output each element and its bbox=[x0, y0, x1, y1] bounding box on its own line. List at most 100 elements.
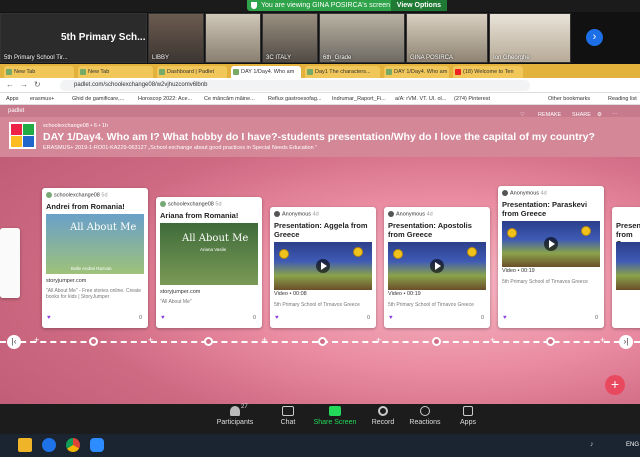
next-page-icon[interactable]: › bbox=[586, 29, 603, 46]
add-post-icon[interactable]: + bbox=[34, 335, 39, 345]
speaker-icon[interactable]: ♪ bbox=[590, 441, 594, 448]
gear-icon[interactable]: ⚙ bbox=[597, 112, 602, 118]
bookmark[interactable]: Ce mâncăm mâine... bbox=[204, 96, 255, 102]
play-icon[interactable] bbox=[316, 259, 330, 273]
comment-count[interactable]: 0 bbox=[595, 315, 598, 321]
play-icon[interactable] bbox=[430, 259, 444, 273]
edge-icon[interactable] bbox=[42, 438, 56, 452]
padlet-brand[interactable]: padlet bbox=[8, 108, 24, 114]
video-tile[interactable]: 5th Primary Sch... 5th Primary School Ti… bbox=[0, 13, 147, 63]
apps-button[interactable]: Apps bbox=[454, 406, 482, 426]
more-icon[interactable]: ⋯ bbox=[612, 112, 618, 118]
add-post-icon[interactable]: + bbox=[262, 335, 267, 345]
share-screen-button[interactable]: Share Screen bbox=[313, 406, 357, 426]
timeline-next-icon[interactable]: ›| bbox=[619, 335, 633, 349]
add-post-icon[interactable]: + bbox=[376, 335, 381, 345]
video-thumbnail[interactable] bbox=[388, 242, 486, 290]
browser-tab[interactable]: Day1 The characters... bbox=[305, 66, 380, 78]
bookmark[interactable]: Apps bbox=[6, 96, 19, 102]
video-thumbnail[interactable] bbox=[616, 242, 640, 290]
file-explorer-icon[interactable] bbox=[18, 438, 32, 452]
post-link[interactable]: storyjumper.com bbox=[160, 289, 200, 295]
reactions-button[interactable]: Reactions bbox=[407, 406, 443, 426]
storybook-thumbnail[interactable]: All About Me Bolle Andrei Razvan bbox=[46, 214, 144, 274]
post-card[interactable]: Anonymous 4d Presentation: Aggela from G… bbox=[270, 207, 376, 328]
post-card-partial[interactable] bbox=[0, 228, 20, 298]
sunflower-decor bbox=[280, 250, 288, 258]
heart-icon[interactable]: ♥ bbox=[503, 315, 507, 321]
post-card[interactable]: schoolexchange08 5d Ariana from Romania!… bbox=[156, 197, 262, 328]
browser-tab-active[interactable]: DAY 1/Day4. Who am bbox=[231, 66, 301, 78]
video-thumbnail[interactable] bbox=[502, 221, 600, 267]
chrome-icon[interactable] bbox=[66, 438, 80, 452]
post-card[interactable]: Anonymous 4d Presentation: Apostolis fro… bbox=[384, 207, 490, 328]
video-tile[interactable]: GINA POSIRCA bbox=[406, 13, 488, 63]
bookmark[interactable]: Indrumar_Raport_Fi... bbox=[332, 96, 386, 102]
share-button[interactable]: SHARE bbox=[572, 112, 591, 118]
video-tile[interactable] bbox=[205, 13, 261, 63]
view-options-button[interactable]: View Options bbox=[390, 0, 447, 11]
browser-tab[interactable]: (18) Welcome to Ten bbox=[453, 66, 523, 78]
comment-count[interactable]: 0 bbox=[253, 315, 256, 321]
post-caption: 5th Primary School of Tirnavos Greece bbox=[502, 279, 588, 285]
timeline-node[interactable] bbox=[204, 337, 213, 346]
post-age: 5d bbox=[101, 192, 108, 199]
tab-label: Dashboard | Padlet bbox=[167, 69, 214, 75]
browser-tab-bar: New Tab New Tab Dashboard | Padlet DAY 1… bbox=[0, 64, 640, 78]
heart-icon[interactable]: ♥ bbox=[275, 315, 279, 321]
bookmark[interactable]: a/A: rVM. VT. UI. ol... bbox=[395, 96, 446, 102]
forward-icon[interactable]: → bbox=[20, 80, 28, 89]
add-post-icon[interactable]: + bbox=[600, 335, 605, 345]
bookmark[interactable]: erasmus+ bbox=[30, 96, 54, 102]
zoom-app-icon[interactable] bbox=[90, 438, 104, 452]
post-card[interactable]: schoolexchange08 5d Andrei from Romania!… bbox=[42, 188, 148, 328]
bookmark[interactable]: Ghid de gamificare,... bbox=[72, 96, 124, 102]
heart-icon[interactable]: ♥ bbox=[389, 315, 393, 321]
add-post-icon[interactable]: + bbox=[148, 335, 153, 345]
bookmark[interactable]: (274) Pinterest bbox=[454, 96, 490, 102]
bookmark[interactable]: Horoscop 2022: Ace... bbox=[138, 96, 192, 102]
storybook-thumbnail[interactable]: All About Me Ariana Vasile bbox=[160, 223, 258, 285]
participants-button[interactable]: 27 Participants bbox=[213, 404, 257, 426]
back-icon[interactable]: ← bbox=[6, 80, 14, 89]
video-tile[interactable]: LIBBY bbox=[148, 13, 204, 63]
input-language[interactable]: ENG bbox=[626, 442, 639, 448]
comment-count[interactable]: 0 bbox=[481, 315, 484, 321]
record-button[interactable]: Record bbox=[368, 406, 398, 426]
video-thumbnail[interactable] bbox=[274, 242, 372, 290]
browser-tab[interactable]: Dashboard | Padlet bbox=[157, 66, 227, 78]
timeline-node[interactable] bbox=[546, 337, 555, 346]
sunflower-decor bbox=[582, 227, 590, 235]
heart-icon[interactable]: ♥ bbox=[161, 315, 165, 321]
heart-icon[interactable]: ♥ bbox=[47, 315, 51, 321]
comment-count[interactable]: 0 bbox=[367, 315, 370, 321]
bookmark[interactable]: Reflux gastroesofag... bbox=[268, 96, 322, 102]
timeline-node[interactable] bbox=[318, 337, 327, 346]
timeline-prev-icon[interactable]: |‹ bbox=[7, 335, 21, 349]
browser-tab[interactable]: New Tab bbox=[4, 66, 74, 78]
video-tile[interactable]: Ion Gheorghe bbox=[489, 13, 571, 63]
add-post-icon[interactable]: + bbox=[490, 335, 495, 345]
remake-button[interactable]: REMAKE bbox=[538, 112, 561, 118]
like-icon[interactable]: ♡ bbox=[520, 112, 525, 118]
bookmark[interactable]: Other bookmarks bbox=[548, 96, 590, 102]
chat-button[interactable]: Chat bbox=[273, 406, 303, 426]
bookmark[interactable]: Reading list bbox=[608, 96, 637, 102]
record-label: Record bbox=[371, 419, 395, 426]
post-card-partial[interactable]: Presente from Gre... bbox=[612, 207, 640, 328]
add-post-button[interactable]: + bbox=[605, 375, 625, 395]
comment-count[interactable]: 0 bbox=[139, 315, 142, 321]
browser-tab[interactable]: DAY 1/Day4. Who am bbox=[384, 66, 449, 78]
author-name: Anonymous bbox=[510, 190, 540, 197]
browser-tab[interactable]: New Tab bbox=[78, 66, 153, 78]
address-bar[interactable]: padlet.com/schoolexchange08/w2vjhuzcomv6… bbox=[60, 80, 530, 91]
video-tile[interactable]: 3C ITALY bbox=[262, 13, 318, 63]
timeline-node[interactable] bbox=[432, 337, 441, 346]
post-card[interactable]: Anonymous 4d Presentation: Paraskevi fro… bbox=[498, 186, 604, 328]
play-icon[interactable] bbox=[544, 237, 558, 251]
post-caption: "All About Me" - Free stories online. Cr… bbox=[46, 288, 141, 300]
reload-icon[interactable]: ↻ bbox=[34, 80, 41, 89]
video-tile[interactable]: 6th_Grade bbox=[319, 13, 405, 63]
post-link[interactable]: storyjumper.com bbox=[46, 278, 86, 284]
timeline-node[interactable] bbox=[89, 337, 98, 346]
